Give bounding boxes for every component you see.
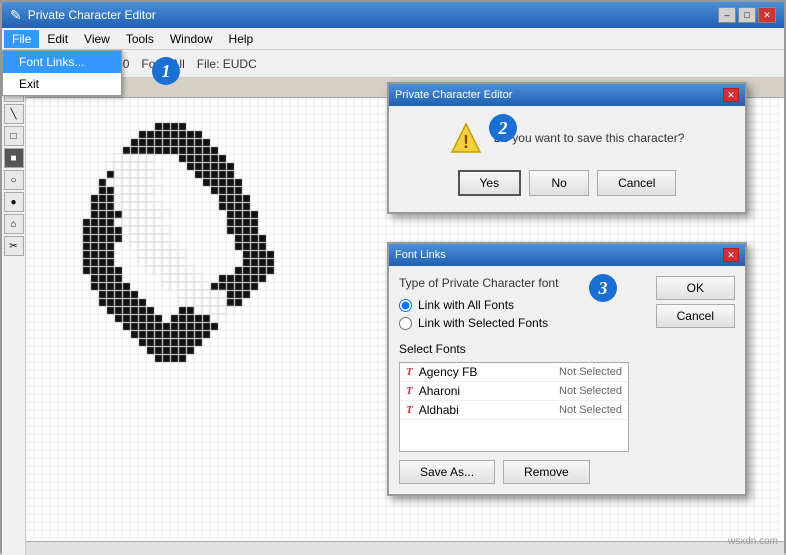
font-row-aharoni: T Aharoni Not Selected <box>400 382 628 401</box>
menu-font-links[interactable]: Font Links... <box>3 51 121 73</box>
menu-file[interactable]: File <box>4 30 39 48</box>
title-bar: ✎ Private Character Editor – □ ✕ <box>2 2 784 28</box>
save-dialog-title: Private Character Editor <box>395 89 512 101</box>
font-links-ok-cancel: OK Cancel <box>656 276 735 328</box>
tool-ellipse-fill[interactable]: ● <box>4 192 24 212</box>
tool-rect-fill[interactable]: ■ <box>4 148 24 168</box>
font-row-agency: T Agency FB Not Selected <box>400 363 628 382</box>
save-dialog: Private Character Editor ✕ ! Do you want… <box>387 82 747 214</box>
font-links-content: OK Cancel Type of Private Character font… <box>389 266 745 494</box>
save-yes-button[interactable]: Yes <box>458 170 522 196</box>
file-dropdown-menu: Font Links... Exit <box>2 50 122 96</box>
font-name-aldhabi: Aldhabi <box>419 403 553 417</box>
tool-rect-outline[interactable]: □ <box>4 126 24 146</box>
badge-1: 1 <box>152 57 180 85</box>
close-button[interactable]: ✕ <box>758 7 776 23</box>
left-toolbar: ✎ ╲ □ ■ ○ ● ⌂ ✂ <box>2 78 26 555</box>
save-dialog-content: ! Do you want to save this character? Ye… <box>389 106 745 212</box>
font-links-title-bar: Font Links ✕ <box>389 244 745 266</box>
font-links-close[interactable]: ✕ <box>723 248 739 262</box>
tool-ellipse-outline[interactable]: ○ <box>4 170 24 190</box>
save-dialog-close[interactable]: ✕ <box>723 88 739 102</box>
save-as-button[interactable]: Save As... <box>399 460 495 484</box>
warning-icon: ! <box>450 122 482 154</box>
menu-help[interactable]: Help <box>221 30 262 48</box>
save-cancel-button[interactable]: Cancel <box>597 170 676 196</box>
menu-exit[interactable]: Exit <box>3 73 121 95</box>
badge-2: 2 <box>489 114 517 142</box>
menu-edit[interactable]: Edit <box>39 30 76 48</box>
save-no-button[interactable]: No <box>529 170 589 196</box>
font-links-dialog: Font Links ✕ OK Cancel Type of Private C… <box>387 242 747 496</box>
svg-text:!: ! <box>463 132 469 152</box>
fonts-list[interactable]: T Agency FB Not Selected T Aharoni Not S… <box>399 362 629 452</box>
font-icon-aharoni: T <box>406 385 413 397</box>
font-links-footer-buttons: Save As... Remove <box>399 460 735 484</box>
save-dialog-row: ! Do you want to save this character? <box>450 122 685 154</box>
font-links-ok-button[interactable]: OK <box>656 276 735 300</box>
font-status-aharoni: Not Selected <box>559 385 622 397</box>
minimize-button[interactable]: – <box>718 7 736 23</box>
font-links-cancel-button[interactable]: Cancel <box>656 304 735 328</box>
font-name-aharoni: Aharoni <box>419 384 553 398</box>
select-fonts-label: Select Fonts <box>399 342 735 356</box>
font-icon-agency: T <box>406 366 413 378</box>
tool-eraser[interactable]: ⌂ <box>4 214 24 234</box>
tool-pencil[interactable]: ╲ <box>4 104 24 124</box>
font-status-aldhabi: Not Selected <box>559 404 622 416</box>
menu-view[interactable]: View <box>76 30 118 48</box>
font-status-agency: Not Selected <box>559 366 622 378</box>
main-window: ✎ Private Character Editor – □ ✕ File Ed… <box>0 0 786 553</box>
tool-cut[interactable]: ✂ <box>4 236 24 256</box>
font-links-title: Font Links <box>395 249 446 261</box>
file-label: File: EUDC <box>197 57 257 71</box>
save-dialog-title-bar: Private Character Editor ✕ <box>389 84 745 106</box>
watermark: wsxdn.com <box>728 536 778 547</box>
menu-window[interactable]: Window <box>162 30 221 48</box>
window-title: Private Character Editor <box>28 8 156 22</box>
save-dialog-buttons: Yes No Cancel <box>458 170 677 196</box>
font-icon-aldhabi: T <box>406 404 413 416</box>
font-name-agency: Agency FB <box>419 365 553 379</box>
title-bar-controls: – □ ✕ <box>718 7 776 23</box>
menu-tools[interactable]: Tools <box>118 30 162 48</box>
badge-3: 3 <box>589 274 617 302</box>
remove-button[interactable]: Remove <box>503 460 590 484</box>
save-dialog-message: Do you want to save this character? <box>494 131 685 145</box>
maximize-button[interactable]: □ <box>738 7 756 23</box>
menu-bar: File Edit View Tools Window Help <box>2 28 784 50</box>
font-row-aldhabi: T Aldhabi Not Selected <box>400 401 628 420</box>
